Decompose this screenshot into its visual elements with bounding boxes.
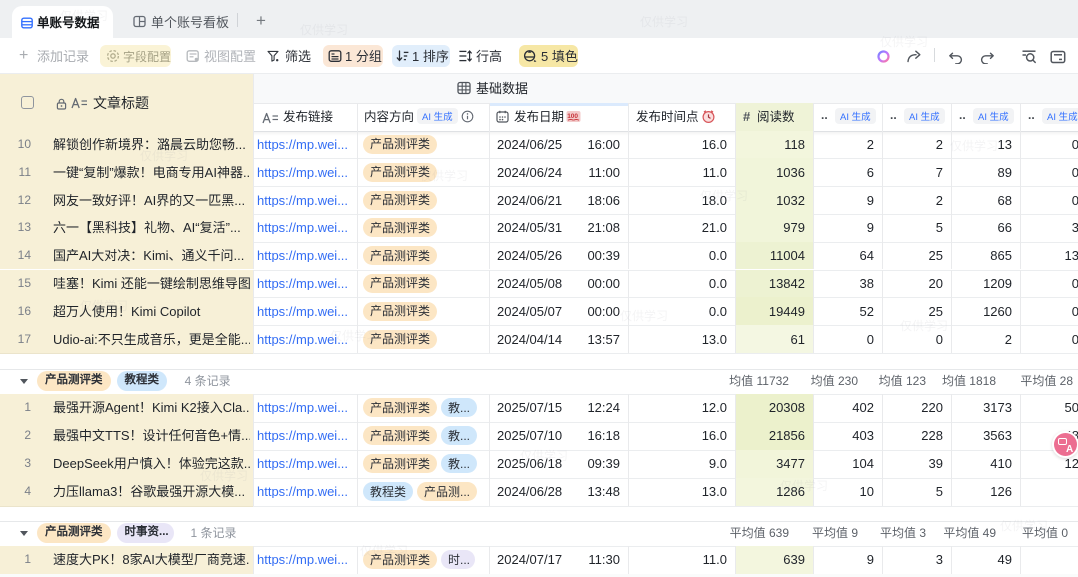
svg-text:100: 100 [567,113,578,120]
